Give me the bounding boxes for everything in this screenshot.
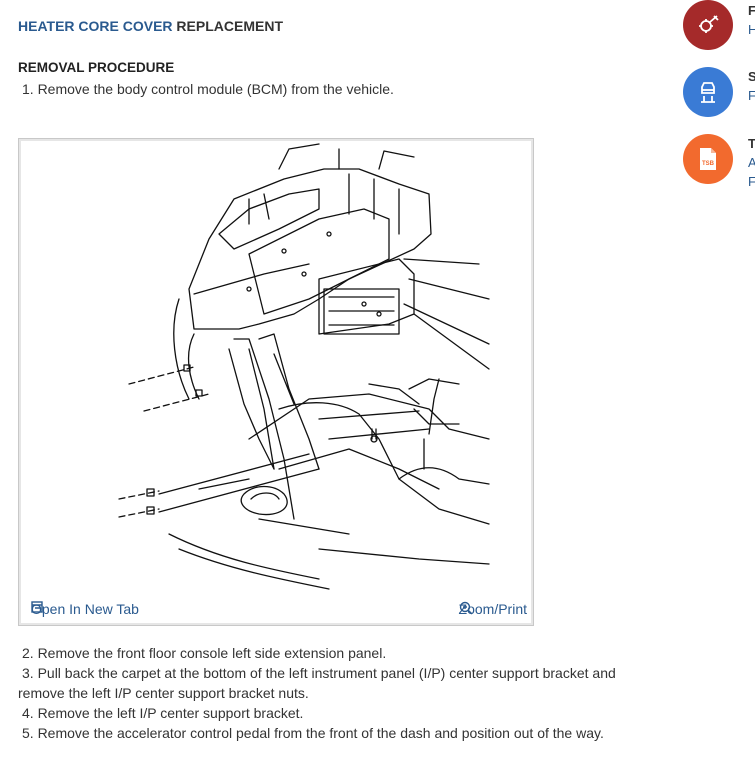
wrench-gear-icon	[683, 0, 733, 50]
sidebar-item-2-label: S	[748, 69, 755, 84]
sidebar-item-1-link[interactable]: H	[748, 20, 755, 39]
step-5: 5. Remove the accelerator control pedal …	[22, 725, 604, 741]
figure-panel: Open In New Tab Zoom/Print	[18, 138, 534, 626]
sidebar-item-3-label: T	[748, 136, 755, 151]
title-rest: REPLACEMENT	[172, 18, 283, 34]
tsb-document-icon: TSB	[683, 134, 733, 184]
sidebar-item-specs[interactable]	[683, 67, 733, 117]
step-4: 4. Remove the left I/P center support br…	[22, 705, 304, 721]
procedure-heading: REMOVAL PROCEDURE	[18, 60, 175, 75]
step-2: 2. Remove the front floor console left s…	[22, 645, 387, 661]
page-title: HEATER CORE COVER REPLACEMENT	[18, 18, 283, 34]
zoom-print-link[interactable]: Zoom/Print	[459, 601, 527, 617]
sidebar-item-repair[interactable]	[683, 0, 733, 50]
sidebar-item-2-link[interactable]: F	[748, 86, 755, 105]
step-3-continued: remove the left I/P center support brack…	[18, 685, 309, 701]
zoom-icon	[459, 601, 473, 615]
diagram-illustration	[118, 143, 490, 590]
title-link[interactable]: HEATER CORE COVER	[18, 18, 173, 34]
step-1: 1. Remove the body control module (BCM) …	[22, 81, 394, 97]
figure-footer: Open In New Tab Zoom/Print	[19, 595, 533, 625]
new-tab-icon	[31, 601, 43, 613]
tsb-badge-text: TSB	[702, 161, 715, 167]
sidebar-item-3-link[interactable]: A	[748, 153, 755, 172]
sidebar-item-3-link-2[interactable]: F	[748, 172, 755, 191]
sidebar-item-tsb[interactable]: TSB	[683, 134, 733, 184]
step-3: 3. Pull back the carpet at the bottom of…	[22, 665, 616, 681]
open-in-new-tab-link[interactable]: Open In New Tab	[31, 601, 139, 617]
sidebar-item-1-label: F	[748, 3, 755, 18]
open-in-new-tab-label: Open In New Tab	[31, 601, 139, 617]
car-lift-icon	[683, 67, 733, 117]
